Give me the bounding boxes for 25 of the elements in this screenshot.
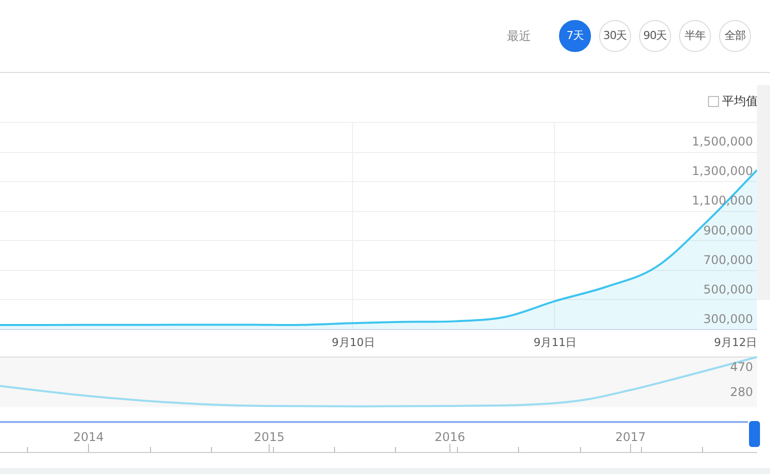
axis-label: 2016	[434, 430, 466, 444]
axis-label: 900,000	[703, 223, 753, 238]
axis-label: 1,300,000	[692, 164, 753, 178]
range-button[interactable]: 全部	[719, 20, 751, 52]
axis-label: 700,000	[703, 252, 753, 267]
axis-label: 9月12日	[714, 336, 757, 349]
axis-label: 300,000	[703, 312, 753, 326]
axis-label: 1,500,000	[692, 134, 753, 149]
range-button[interactable]: 90天	[639, 20, 671, 52]
axis-label: 2015	[254, 430, 284, 444]
axis-label: 280	[730, 385, 753, 399]
axis-label: 2014	[73, 430, 104, 444]
axis-label: 9月11日	[534, 336, 577, 349]
axis-label: 500,000	[703, 282, 753, 296]
scrollbar-track[interactable]	[0, 421, 748, 423]
range-label: 最近	[507, 28, 531, 45]
axis-label: 470	[730, 360, 753, 374]
checkbox-label: 平均值	[722, 93, 758, 109]
range-button[interactable]: 半年	[679, 20, 711, 52]
range-button[interactable]: 30天	[599, 20, 631, 52]
checkbox[interactable]	[708, 96, 719, 107]
range-button[interactable]: 7天	[559, 20, 591, 52]
range-handle[interactable]	[749, 421, 760, 447]
axis-label: 2017	[615, 430, 646, 444]
axis-label: 9月10日	[332, 336, 375, 349]
